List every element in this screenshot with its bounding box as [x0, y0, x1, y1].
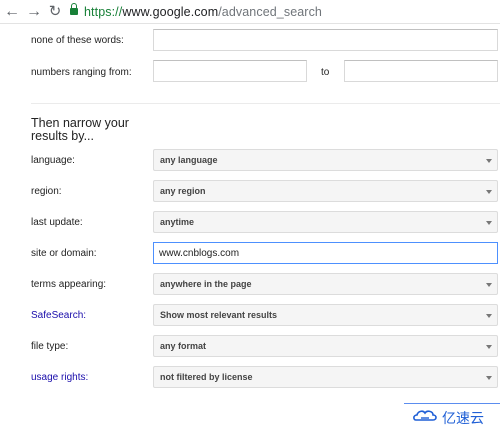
language-select[interactable]: any language [153, 149, 498, 171]
browser-toolbar: ← → ↻ https://www.google.com/advanced_se… [0, 0, 500, 24]
language-value: any language [160, 155, 218, 165]
cloud-logo-icon [413, 410, 437, 421]
chevron-down-icon [486, 221, 492, 225]
chevron-down-icon [486, 190, 492, 194]
usage-rights-value: not filtered by license [160, 372, 253, 382]
url-host: www.google.com [122, 5, 219, 19]
none-words-input[interactable] [153, 29, 498, 51]
last-update-value: anytime [160, 217, 195, 227]
watermark-logo: 亿速云 [404, 403, 500, 429]
watermark-text: 亿速云 [442, 411, 484, 427]
terms-appearing-value: anywhere in the page [160, 279, 252, 289]
url-path: /advanced_search [218, 5, 322, 19]
back-arrow-icon[interactable]: ← [2, 2, 22, 22]
narrow-results-heading: Then narrow your results by... [31, 116, 129, 143]
last-update-label: last update: [31, 217, 83, 228]
section-divider [31, 103, 500, 104]
chevron-down-icon [486, 283, 492, 287]
chevron-down-icon [486, 376, 492, 380]
reload-icon[interactable]: ↻ [45, 2, 65, 22]
numbers-range-label: numbers ranging from: [31, 67, 132, 78]
safesearch-value: Show most relevant results [160, 310, 278, 320]
last-update-select[interactable]: anytime [153, 211, 498, 233]
numbers-to-input[interactable] [344, 60, 498, 82]
forward-arrow-icon[interactable]: → [24, 2, 44, 22]
safesearch-link[interactable]: SafeSearch: [31, 310, 86, 321]
usage-rights-link[interactable]: usage rights: [31, 372, 88, 383]
region-value: any region [160, 186, 206, 196]
site-domain-label: site or domain: [31, 248, 97, 259]
file-type-select[interactable]: any format [153, 335, 498, 357]
chevron-down-icon [486, 314, 492, 318]
terms-appearing-label: terms appearing: [31, 279, 107, 290]
lock-icon[interactable] [70, 3, 78, 16]
address-bar[interactable]: https://www.google.com/advanced_search [84, 5, 322, 19]
chevron-down-icon [486, 345, 492, 349]
site-domain-input[interactable]: www.cnblogs.com [153, 242, 498, 264]
chevron-down-icon [486, 159, 492, 163]
terms-appearing-select[interactable]: anywhere in the page [153, 273, 498, 295]
numbers-to-label: to [321, 67, 330, 78]
region-label: region: [31, 186, 62, 197]
numbers-from-input[interactable] [153, 60, 307, 82]
site-domain-value: www.cnblogs.com [159, 248, 240, 259]
safesearch-select[interactable]: Show most relevant results [153, 304, 498, 326]
url-scheme: https:// [84, 5, 123, 19]
region-select[interactable]: any region [153, 180, 498, 202]
file-type-label: file type: [31, 341, 69, 352]
file-type-value: any format [160, 341, 207, 351]
language-label: language: [31, 155, 75, 166]
usage-rights-select[interactable]: not filtered by license [153, 366, 498, 388]
none-words-label: none of these words: [31, 35, 124, 46]
